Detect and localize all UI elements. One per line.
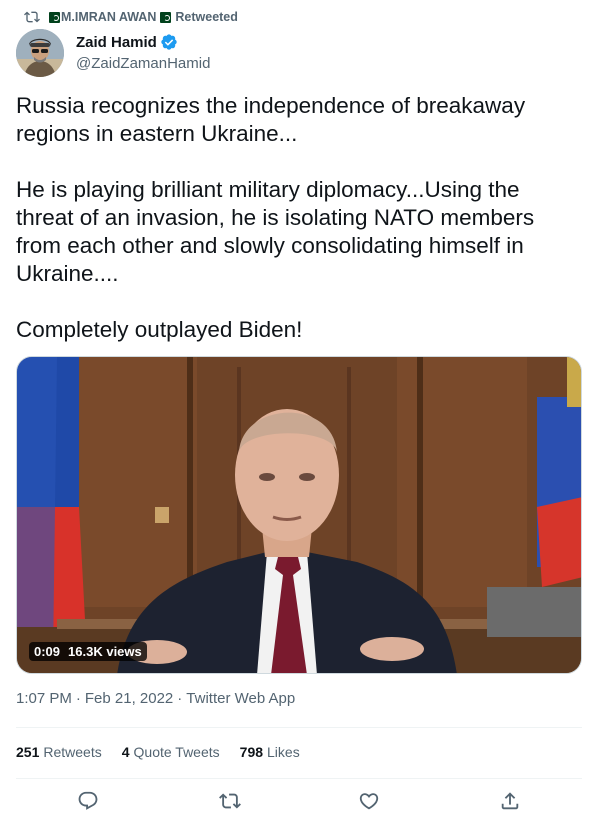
author-handle[interactable]: @ZaidZamanHamid (76, 55, 210, 72)
pakistan-flag-icon (160, 11, 172, 23)
avatar[interactable] (16, 29, 64, 77)
tweet-stats: 251 Retweets 4 Quote Tweets 798 Likes (16, 744, 320, 760)
author-block: Zaid Hamid @ZaidZamanHamid (76, 33, 210, 73)
tweet-text: Russia recognizes the independence of br… (16, 93, 535, 342)
video-views: 16.3K views (64, 642, 147, 661)
retweeted-label: Retweeted (175, 10, 238, 24)
author-display-name[interactable]: Zaid Hamid (76, 34, 157, 51)
retweet-icon[interactable] (219, 790, 241, 812)
quotes-count: 4 (121, 744, 130, 760)
likes-count: 798 (239, 744, 264, 760)
separator-dot: · (75, 690, 81, 707)
share-icon[interactable] (499, 790, 521, 812)
author-display-name-row[interactable]: Zaid Hamid (76, 33, 210, 51)
reply-icon[interactable] (77, 790, 99, 812)
action-bar (0, 790, 598, 818)
tweet-source[interactable]: Twitter Web App (186, 690, 295, 707)
divider (16, 727, 582, 728)
retweet-context: M.IMRAN AWAN Retweeted (24, 9, 238, 25)
tweet-time[interactable]: 1:07 PM (16, 690, 72, 707)
quotes-label: Quote Tweets (133, 744, 220, 760)
video-duration: 0:09 (29, 642, 65, 661)
tweet-date[interactable]: Feb 21, 2022 (85, 690, 173, 707)
separator-dot: · (177, 690, 183, 707)
video-player[interactable]: 0:09 16.3K views (16, 356, 582, 674)
retweets-count: 251 (16, 744, 40, 760)
retweets-label: Retweets (43, 744, 102, 760)
pakistan-flag-icon (49, 11, 60, 23)
likes-label: Likes (267, 744, 300, 760)
video-badges: 0:09 16.3K views (29, 642, 147, 661)
likes-stat[interactable]: 798 Likes (240, 744, 300, 760)
quote-tweets-stat[interactable]: 4 Quote Tweets (122, 744, 220, 760)
tweet-timestamp: 1:07 PM · Feb 21, 2022 · Twitter Web App (16, 690, 299, 707)
verified-badge-icon (161, 34, 177, 50)
retweet-icon (24, 11, 40, 23)
retweeter-name[interactable]: M.IMRAN AWAN (61, 10, 156, 24)
heart-icon[interactable] (358, 790, 380, 812)
retweets-stat[interactable]: 251 Retweets (16, 744, 102, 760)
video-thumbnail[interactable] (17, 357, 582, 674)
divider (16, 778, 582, 779)
